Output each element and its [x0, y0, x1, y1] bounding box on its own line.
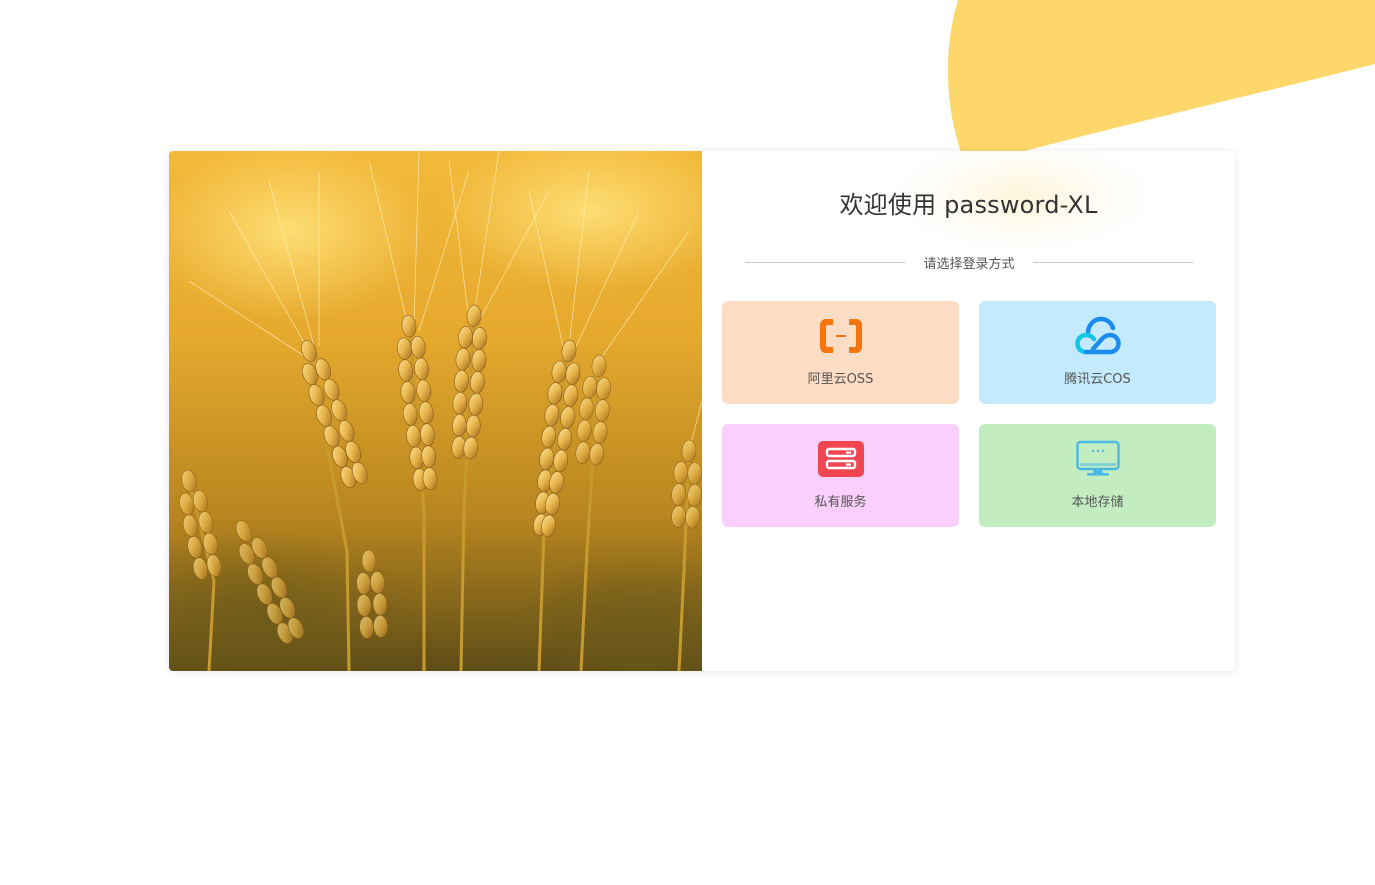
- aliyun-icon: [818, 316, 864, 356]
- login-card: 欢迎使用 password-XL 请选择登录方式 阿里云OSS 腾讯云COS 私…: [169, 151, 1235, 671]
- login-panel: 欢迎使用 password-XL 请选择登录方式 阿里云OSS 腾讯云COS 私…: [702, 151, 1235, 671]
- wheat-field-image: [169, 151, 702, 671]
- server-icon: [818, 439, 864, 479]
- login-page: 欢迎使用 password-XL 请选择登录方式 阿里云OSS 腾讯云COS 私…: [0, 0, 1375, 885]
- tencent-cloud-icon: [1075, 316, 1121, 356]
- login-option-label: 私有服务: [814, 495, 867, 510]
- login-method-divider: 请选择登录方式: [745, 251, 1193, 273]
- login-option-tencent-cos[interactable]: 腾讯云COS: [979, 301, 1216, 404]
- login-option-local-storage[interactable]: 本地存储: [979, 424, 1216, 527]
- login-option-label: 腾讯云COS: [1064, 372, 1131, 387]
- login-option-label: 本地存储: [1071, 495, 1124, 510]
- login-option-aliyun-oss[interactable]: 阿里云OSS: [722, 301, 959, 404]
- divider-line-right: [1033, 262, 1193, 263]
- monitor-icon: [1075, 439, 1121, 479]
- page-title: 欢迎使用 password-XL: [839, 191, 1098, 219]
- login-method-prompt: 请选择登录方式: [923, 257, 1015, 272]
- login-option-label: 阿里云OSS: [807, 372, 874, 387]
- login-option-private-service[interactable]: 私有服务: [722, 424, 959, 527]
- divider-line-left: [745, 262, 905, 263]
